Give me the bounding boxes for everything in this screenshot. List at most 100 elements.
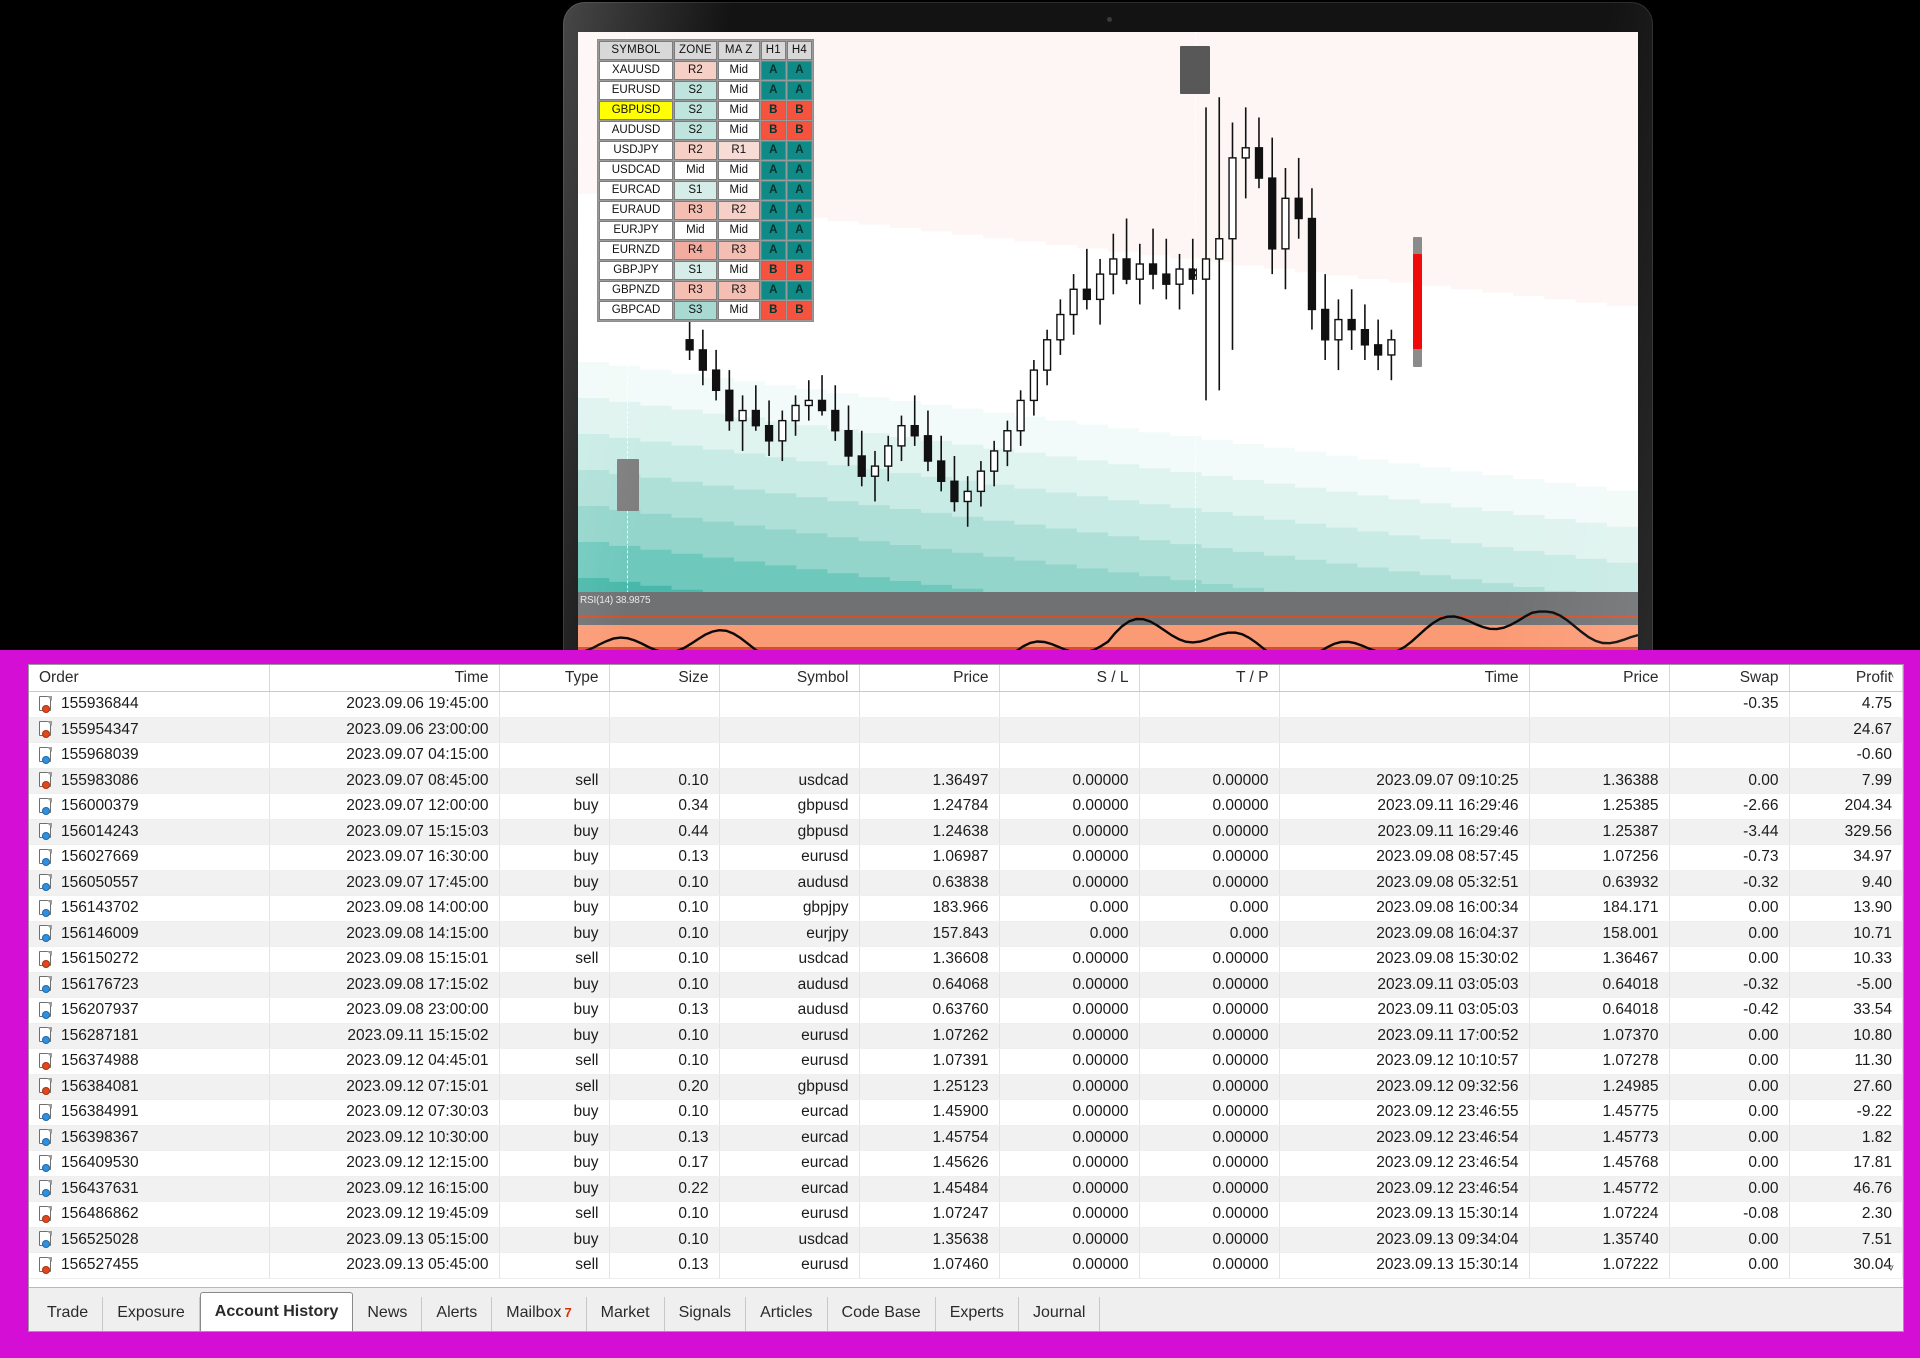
dashboard-cell-symbol: EURJPY [599, 221, 673, 240]
cell-open-price: 0.63760 [859, 997, 1000, 1024]
table-row[interactable]: 156000379 2023.09.07 12:00:00 buy 0.34 gbpus… [29, 793, 1903, 820]
table-row[interactable]: 156527455 2023.09.13 05:45:00 sell 0.13 euru… [29, 1252, 1903, 1279]
table-row[interactable]: 156176723 2023.09.08 17:15:02 buy 0.10 audus… [29, 972, 1903, 998]
table-row[interactable]: 155954347 2023.09.06 23:00:00 24.67 [29, 717, 1903, 743]
table-row[interactable]: 156287181 2023.09.11 15:15:02 buy 0.10 eurus… [29, 1023, 1903, 1049]
order-id: 155936844 [61, 695, 139, 713]
dashboard-row[interactable]: EURCAD S1 Mid A A [599, 181, 812, 200]
table-row[interactable]: 156525028 2023.09.13 05:15:00 buy 0.10 usdca… [29, 1227, 1903, 1253]
col-swap[interactable]: Swap [1669, 665, 1790, 692]
tab-articles[interactable]: Articles [746, 1297, 828, 1331]
candle-bearish [685, 339, 694, 351]
table-row[interactable]: 156409530 2023.09.12 12:15:00 buy 0.17 eurca… [29, 1150, 1903, 1177]
col-open-price[interactable]: Price [859, 665, 1000, 692]
cell-take-profit [1139, 717, 1280, 743]
cell-stop-loss: 0.00000 [999, 946, 1140, 973]
cell-size: 0.17 [609, 1150, 720, 1177]
scroll-up-arrow[interactable]: ˄ [1885, 670, 1897, 682]
dashboard-table[interactable]: SYMBOL ZONE MA Z H1 H4 XAUUSD R2 Mid A A EURU… [598, 40, 813, 321]
table-row[interactable]: 156146009 2023.09.08 14:15:00 buy 0.10 eurjp… [29, 921, 1903, 947]
cell-stop-loss: 0.00000 [999, 1201, 1140, 1228]
table-row[interactable]: 155968039 2023.09.07 04:15:00 -0.60 [29, 742, 1903, 769]
candle-bearish [1373, 344, 1383, 356]
cell-profit: 329.56 [1789, 819, 1903, 845]
cell-close-time: 2023.09.08 15:30:02 [1279, 946, 1530, 973]
cell-open-time: 2023.09.07 15:15:03 [269, 819, 500, 845]
tab-trade[interactable]: Trade [33, 1297, 104, 1331]
dashboard-row[interactable]: USDJPY R2 R1 A A [599, 141, 812, 160]
col-take-profit[interactable]: T / P [1139, 665, 1280, 692]
dashboard-cell-symbol: USDCAD [599, 161, 673, 180]
table-row[interactable]: 156207937 2023.09.08 23:00:00 buy 0.13 audus… [29, 997, 1903, 1024]
table-row[interactable]: 156014243 2023.09.07 15:15:03 buy 0.44 gbpus… [29, 819, 1903, 845]
cell-swap: -0.32 [1669, 972, 1790, 998]
col-close-time[interactable]: Time [1279, 665, 1530, 692]
dashboard-row[interactable]: GBPUSD S2 Mid B B [599, 101, 812, 120]
cell-take-profit [1139, 742, 1280, 769]
candle-bullish [990, 450, 999, 472]
candle-bearish [1082, 288, 1091, 301]
cell-close-time: 2023.09.12 09:32:56 [1279, 1074, 1530, 1100]
tab-exposure[interactable]: Exposure [103, 1297, 200, 1331]
cell-profit: -9.22 [1789, 1099, 1903, 1126]
tab-experts[interactable]: Experts [936, 1297, 1019, 1331]
table-row[interactable]: 156486862 2023.09.12 19:45:09 sell 0.10 euru… [29, 1201, 1903, 1228]
tab-badge: 7 [564, 1305, 572, 1320]
order-id: 156384081 [61, 1077, 139, 1095]
table-row[interactable]: 156398367 2023.09.12 10:30:00 buy 0.13 eurca… [29, 1125, 1903, 1151]
col-type[interactable]: Type [499, 665, 610, 692]
cell-symbol: gbpusd [719, 1074, 860, 1100]
candle-bullish [1042, 339, 1052, 371]
col-close-price[interactable]: Price [1529, 665, 1670, 692]
mt4-chart[interactable]: RSI(14) 38.9875 SYMBOL ZONE MA Z H1 H4 X… [578, 32, 1638, 698]
tab-news[interactable]: News [353, 1297, 423, 1331]
dashboard-row[interactable]: GBPCAD S3 Mid B B [599, 301, 812, 320]
dashboard-row[interactable]: AUDUSD S2 Mid B B [599, 121, 812, 140]
col-stop-loss[interactable]: S / L [999, 665, 1140, 692]
dashboard-row[interactable]: EURAUD R3 R2 A A [599, 201, 812, 220]
table-row[interactable]: 156143702 2023.09.08 14:00:00 buy 0.10 gbpjp… [29, 895, 1903, 922]
dashboard-row[interactable]: GBPJPY S1 Mid B B [599, 261, 812, 280]
col-symbol[interactable]: Symbol [719, 665, 860, 692]
tab-journal[interactable]: Journal [1019, 1297, 1101, 1331]
candle-bullish [738, 409, 747, 422]
table-row[interactable]: 155983086 2023.09.07 08:45:00 sell 0.10 usdc… [29, 768, 1903, 794]
candle-bullish [1003, 430, 1012, 452]
order-id: 156374988 [61, 1052, 139, 1070]
cell-order: 156014243 [29, 819, 270, 845]
tab-market[interactable]: Market [587, 1297, 665, 1331]
tab-alerts[interactable]: Alerts [422, 1297, 493, 1331]
dashboard-row[interactable]: XAUUSD R2 Mid A A [599, 61, 812, 80]
dashboard-row[interactable]: GBPNZD R3 R3 A A [599, 281, 812, 300]
col-open-time[interactable]: Time [269, 665, 500, 692]
dashboard-row[interactable]: EURNZD R4 R3 A A [599, 241, 812, 260]
table-row[interactable]: 156374988 2023.09.12 04:45:01 sell 0.10 euru… [29, 1048, 1903, 1075]
tab-signals[interactable]: Signals [665, 1297, 747, 1331]
tab-code-base[interactable]: Code Base [828, 1297, 936, 1331]
candle-bullish [870, 465, 880, 477]
col-size[interactable]: Size [609, 665, 720, 692]
table-row[interactable]: 155936844 2023.09.06 19:45:00 -0.35 4.75 [29, 691, 1903, 718]
order-id: 156525028 [61, 1230, 139, 1248]
table-row[interactable]: 156050557 2023.09.07 17:45:00 buy 0.10 audus… [29, 870, 1903, 896]
cell-open-time: 2023.09.12 04:45:01 [269, 1048, 500, 1075]
cell-close-price [1529, 742, 1670, 769]
tab-account-history[interactable]: Account History [199, 1292, 354, 1331]
table-row[interactable]: 156384081 2023.09.12 07:15:01 sell 0.20 gbpu… [29, 1074, 1903, 1100]
cell-open-price: 1.25123 [859, 1074, 1000, 1100]
col-order[interactable]: Order [29, 665, 270, 692]
dashboard-row[interactable]: USDCAD Mid Mid A A [599, 161, 812, 180]
candle-bullish [897, 424, 906, 447]
table-row[interactable]: 156384991 2023.09.12 07:30:03 buy 0.10 eurca… [29, 1099, 1903, 1126]
cell-symbol: eurusd [719, 844, 860, 871]
table-row[interactable]: 156437631 2023.09.12 16:15:00 buy 0.22 eurca… [29, 1176, 1903, 1202]
table-row[interactable]: 156150272 2023.09.08 15:15:01 sell 0.10 usdc… [29, 946, 1903, 973]
scroll-down-arrow[interactable]: ˅ [1885, 1263, 1897, 1275]
dashboard-row[interactable]: EURJPY Mid Mid A A [599, 221, 812, 240]
cell-swap: -2.66 [1669, 793, 1790, 820]
table-row[interactable]: 156027669 2023.09.07 16:30:00 buy 0.13 eurus… [29, 844, 1903, 871]
dashboard-row[interactable]: EURUSD S2 Mid A A [599, 81, 812, 100]
account-history-table[interactable]: Order Time Type Size Symbol Price S / L … [29, 665, 1903, 1279]
cell-size: 0.13 [609, 844, 720, 871]
tab-mailbox[interactable]: Mailbox 7 [492, 1297, 587, 1331]
